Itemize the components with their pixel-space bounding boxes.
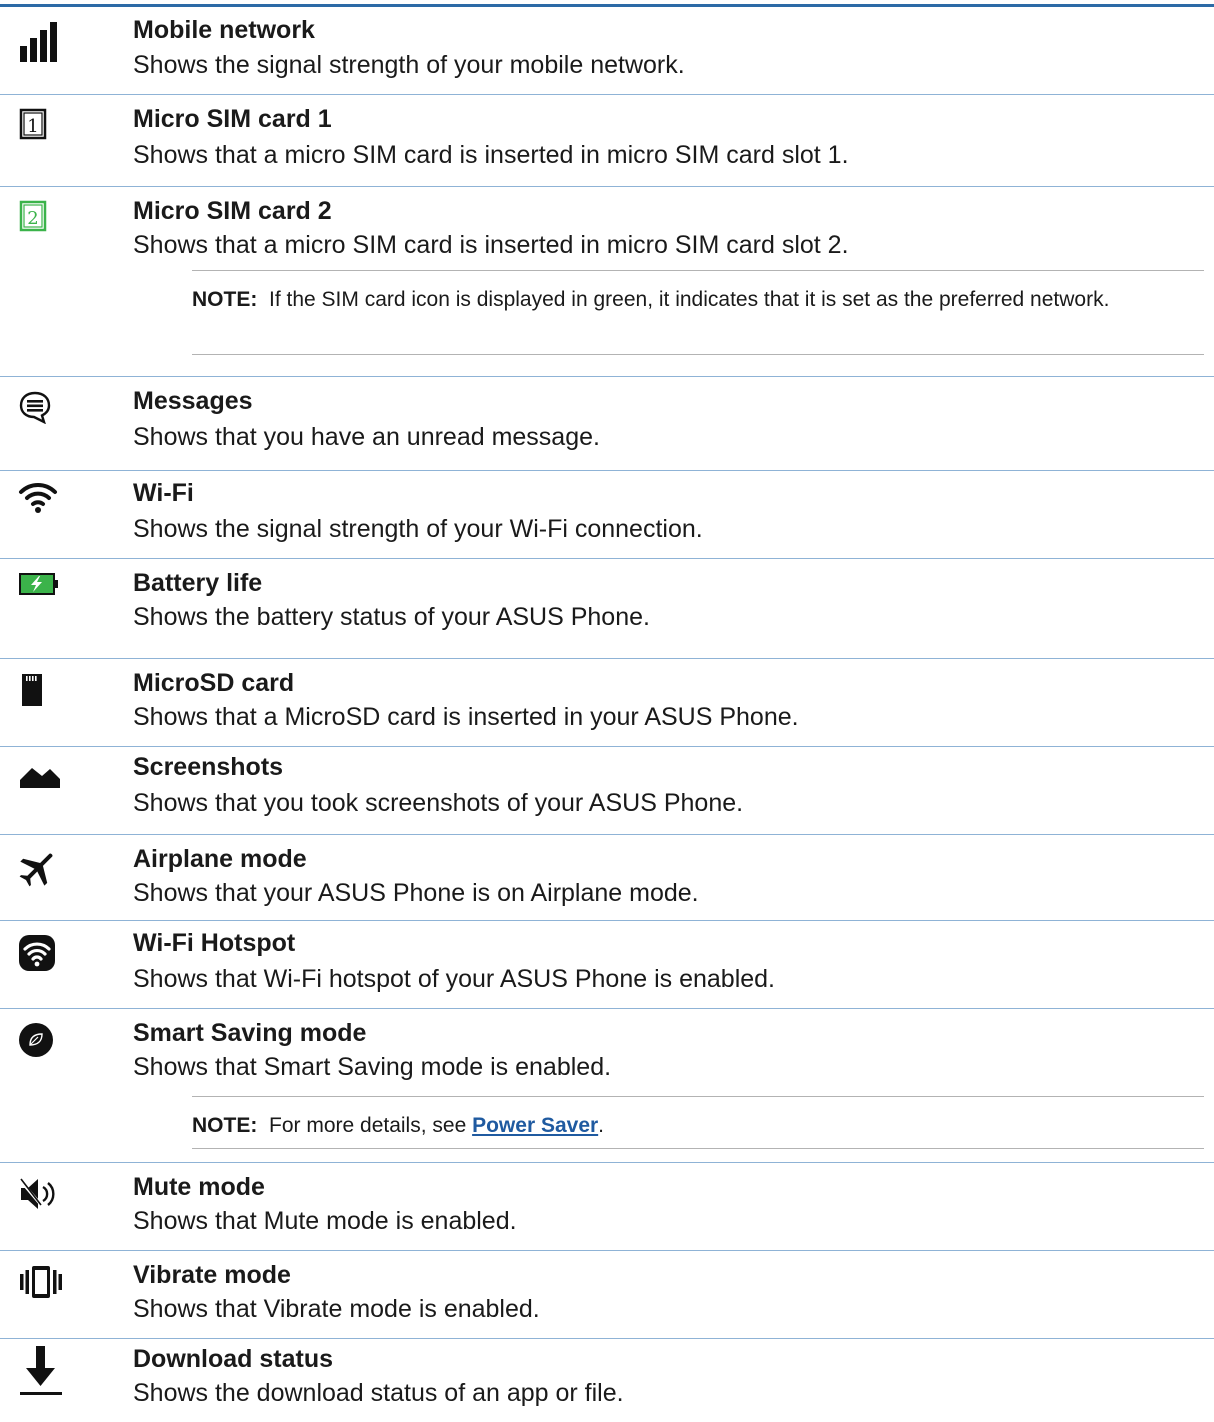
note-label: NOTE: xyxy=(192,1114,258,1137)
item-title: Battery life xyxy=(133,569,263,597)
microsd-card-icon xyxy=(18,672,66,716)
battery-charging-icon xyxy=(18,572,66,616)
item-title: Wi-Fi xyxy=(133,479,194,507)
item-title: Mobile network xyxy=(133,16,315,44)
signal-bars-icon xyxy=(18,20,66,64)
note-end: . xyxy=(598,1114,605,1137)
screenshot-image-icon xyxy=(18,760,66,804)
note-body: For more details, see xyxy=(269,1114,467,1137)
separator xyxy=(0,376,1214,377)
item-title: Micro SIM card 2 xyxy=(133,197,332,225)
note-top-rule xyxy=(192,1096,1204,1097)
item-description: Shows the signal strength of your Wi-Fi … xyxy=(133,515,703,543)
item-description: Shows the download status of an app or f… xyxy=(133,1379,624,1407)
item-description: Shows that a micro SIM card is inserted … xyxy=(133,141,849,169)
item-description: Shows that Wi-Fi hotspot of your ASUS Ph… xyxy=(133,965,776,993)
item-description: Shows the signal strength of your mobile… xyxy=(133,51,685,79)
separator xyxy=(0,186,1214,187)
item-title: Smart Saving mode xyxy=(133,1019,367,1047)
item-title: Screenshots xyxy=(133,753,284,781)
svg-text:2: 2 xyxy=(27,208,38,229)
leaf-circle-icon xyxy=(18,1022,66,1066)
airplane-icon xyxy=(18,848,66,892)
separator xyxy=(0,658,1214,659)
item-description: Shows that your ASUS Phone is on Airplan… xyxy=(133,879,699,907)
item-title: Wi-Fi Hotspot xyxy=(133,929,296,957)
svg-text:1: 1 xyxy=(27,116,38,137)
separator xyxy=(0,1008,1214,1009)
note-bottom-rule xyxy=(192,354,1204,355)
item-title: MicroSD card xyxy=(133,669,295,697)
note-bottom-rule xyxy=(192,1148,1204,1149)
separator xyxy=(0,1162,1214,1163)
item-title: Mute mode xyxy=(133,1173,265,1201)
power-saver-link[interactable]: Power Saver xyxy=(472,1114,598,1137)
wifi-hotspot-icon xyxy=(18,934,66,978)
sim-card-1-icon: 1 xyxy=(18,108,66,152)
separator xyxy=(0,558,1214,559)
item-description: Shows that a MicroSD card is inserted in… xyxy=(133,703,799,731)
note-body: If the SIM card icon is displayed in gre… xyxy=(269,288,1110,311)
item-description: Shows that you took screenshots of your … xyxy=(133,789,744,817)
item-title: Messages xyxy=(133,387,253,415)
item-description: Shows that Smart Saving mode is enabled. xyxy=(133,1053,612,1081)
separator xyxy=(0,920,1214,921)
separator xyxy=(0,94,1214,95)
item-title: Vibrate mode xyxy=(133,1261,291,1289)
item-description: Shows that Mute mode is enabled. xyxy=(133,1207,517,1235)
item-description: Shows the battery status of your ASUS Ph… xyxy=(133,603,650,631)
item-description: Shows that Vibrate mode is enabled. xyxy=(133,1295,540,1323)
sim-card-2-icon: 2 xyxy=(18,200,66,244)
separator xyxy=(0,1338,1214,1339)
separator xyxy=(0,1250,1214,1251)
item-title: Micro SIM card 1 xyxy=(133,105,332,133)
status-icons-page: Mobile network Shows the signal strength… xyxy=(0,0,1214,1422)
separator xyxy=(0,834,1214,835)
note-text: NOTE: For more details, see Power Saver. xyxy=(192,1110,1192,1141)
note-label: NOTE: xyxy=(192,288,258,311)
top-rule xyxy=(0,4,1214,7)
note-top-rule xyxy=(192,270,1204,271)
item-title: Download status xyxy=(133,1345,334,1373)
note-text: NOTE: If the SIM card icon is displayed … xyxy=(192,284,1192,315)
separator xyxy=(0,746,1214,747)
wifi-icon xyxy=(18,480,66,524)
message-bubble-icon xyxy=(18,390,66,434)
vibrate-phone-icon xyxy=(18,1264,66,1308)
item-title: Airplane mode xyxy=(133,845,307,873)
download-arrow-icon xyxy=(18,1344,66,1395)
separator xyxy=(0,470,1214,471)
speaker-mute-icon xyxy=(18,1176,66,1220)
item-description: Shows that a micro SIM card is inserted … xyxy=(133,231,849,259)
item-description: Shows that you have an unread message. xyxy=(133,423,600,451)
